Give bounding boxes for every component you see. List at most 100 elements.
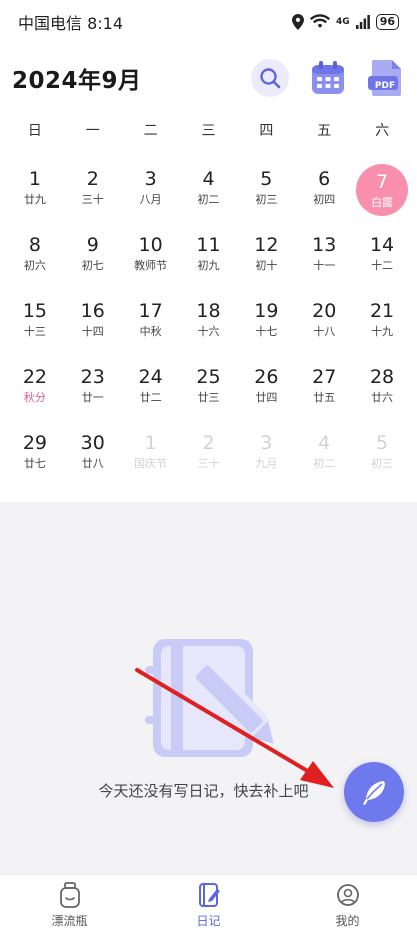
pdf-export-button[interactable]: PDF: [367, 59, 405, 97]
lunar-date: 十一: [313, 259, 336, 272]
tab-drift-bottle[interactable]: 漂流瓶: [0, 875, 139, 936]
day-number: 7: [376, 171, 389, 193]
calendar-day[interactable]: 14 十二: [353, 226, 411, 292]
status-icons: 4G 96: [292, 14, 399, 30]
calendar-day-selected[interactable]: 7 白露: [353, 160, 411, 226]
calendar-day[interactable]: 26 廿四: [237, 358, 295, 424]
calendar-day[interactable]: 10 教师节: [122, 226, 180, 292]
profile-icon: [336, 884, 359, 906]
calendar-day[interactable]: 28 廿六: [353, 358, 411, 424]
day-number: 18: [196, 300, 221, 322]
day-number: 4: [202, 168, 215, 190]
lunar-date: 初九: [197, 259, 220, 272]
calendar-day[interactable]: 4 初二: [180, 160, 238, 226]
write-diary-button[interactable]: [344, 762, 404, 822]
calendar-day[interactable]: 23 廿一: [64, 358, 122, 424]
lunar-date: 秋分: [23, 391, 46, 404]
status-bar: 中国电信 8:14 4G 96: [0, 0, 417, 44]
lunar-date: 廿八: [81, 457, 104, 470]
lunar-date: 九月: [255, 457, 278, 470]
lunar-date: 初四: [313, 193, 336, 206]
day-number: 8: [28, 234, 41, 256]
calendar-day[interactable]: 18 十六: [180, 292, 238, 358]
lunar-date: 廿六: [371, 391, 394, 404]
signal-icon: [355, 15, 370, 29]
calendar-day[interactable]: 16 十四: [64, 292, 122, 358]
calendar-day[interactable]: 12 初十: [237, 226, 295, 292]
calendar-day[interactable]: 29 廿七: [6, 424, 64, 490]
lunar-date: 十二: [371, 259, 394, 272]
lunar-date: 八月: [139, 193, 162, 206]
calendar-day[interactable]: 17 中秋: [122, 292, 180, 358]
calendar-day[interactable]: 4 初二: [295, 424, 353, 490]
calendar-day[interactable]: 22 秋分: [6, 358, 64, 424]
day-number: 4: [318, 432, 331, 454]
lunar-date: 国庆节: [134, 457, 168, 470]
weekday-header: 日一二三四五六: [6, 120, 411, 140]
day-number: 21: [369, 300, 395, 322]
calendar-day[interactable]: 19 十七: [237, 292, 295, 358]
calendar-day[interactable]: 27 廿五: [295, 358, 353, 424]
calendar-day[interactable]: 25 廿三: [180, 358, 238, 424]
tab-diary[interactable]: 日记: [139, 875, 278, 936]
day-number: 10: [138, 234, 163, 256]
day-number: 6: [318, 168, 331, 190]
weekday-label: 五: [317, 123, 332, 139]
lunar-date: 三十: [81, 193, 104, 206]
day-number: 17: [138, 300, 163, 322]
lunar-date: 初六: [23, 259, 46, 272]
day-number: 27: [312, 366, 337, 388]
day-number: 30: [80, 432, 105, 454]
calendar-day[interactable]: 5 初三: [353, 424, 411, 490]
tab-profile[interactable]: 我的: [278, 875, 417, 936]
carrier-time: 中国电信 8:14: [18, 14, 124, 33]
day-number: 12: [254, 234, 279, 256]
day-number: 16: [80, 300, 105, 322]
lunar-date: 十六: [197, 325, 220, 338]
day-number: 1: [144, 432, 157, 454]
lunar-date: 初三: [371, 457, 394, 470]
lunar-date: 初二: [197, 193, 220, 206]
calendar-day[interactable]: 6 初四: [295, 160, 353, 226]
day-number: 3: [260, 432, 273, 454]
day-number: 9: [86, 234, 99, 256]
lunar-date: 十七: [255, 325, 278, 338]
lunar-date: 廿二: [139, 391, 162, 404]
day-number: 28: [369, 366, 395, 388]
calendar-day[interactable]: 15 十三: [6, 292, 64, 358]
day-number: 23: [80, 366, 105, 388]
calendar-day[interactable]: 11 初九: [180, 226, 238, 292]
day-number: 11: [196, 234, 221, 256]
calendar-day[interactable]: 13 十一: [295, 226, 353, 292]
calendar-day[interactable]: 20 十八: [295, 292, 353, 358]
calendar-day[interactable]: 21 十九: [353, 292, 411, 358]
calendar-day[interactable]: 3 八月: [122, 160, 180, 226]
day-number: 5: [376, 432, 389, 454]
calendar-day[interactable]: 3 九月: [237, 424, 295, 490]
notebook-pen-icon: [145, 639, 274, 757]
calendar-icon: [312, 61, 344, 94]
weekday-label: 三: [201, 123, 216, 139]
lunar-date: 三十: [197, 457, 220, 470]
day-number: 1: [28, 168, 41, 190]
search-button[interactable]: [251, 59, 289, 97]
calendar-day[interactable]: 8 初六: [6, 226, 64, 292]
pdf-label: PDF: [374, 81, 396, 91]
day-number: 19: [254, 300, 279, 322]
lunar-date: 初二: [313, 457, 336, 470]
calendar-day[interactable]: 5 初三: [237, 160, 295, 226]
calendar-day[interactable]: 1 廿九: [6, 160, 64, 226]
lunar-date: 初十: [255, 259, 278, 272]
diary-area: 今天还没有写日记，快去补上吧: [0, 502, 417, 874]
calendar-day[interactable]: 24 廿二: [122, 358, 180, 424]
calendar-day[interactable]: 9 初七: [64, 226, 122, 292]
calendar-day[interactable]: 2 三十: [180, 424, 238, 490]
weekday-label: 六: [375, 123, 390, 139]
day-number: 13: [312, 234, 337, 256]
calendar-day[interactable]: 2 三十: [64, 160, 122, 226]
calendar-button[interactable]: [309, 59, 347, 97]
calendar-day[interactable]: 30 廿八: [64, 424, 122, 490]
bottle-icon: [59, 882, 80, 908]
diary-icon: [198, 883, 220, 907]
calendar-day[interactable]: 1 国庆节: [122, 424, 180, 490]
